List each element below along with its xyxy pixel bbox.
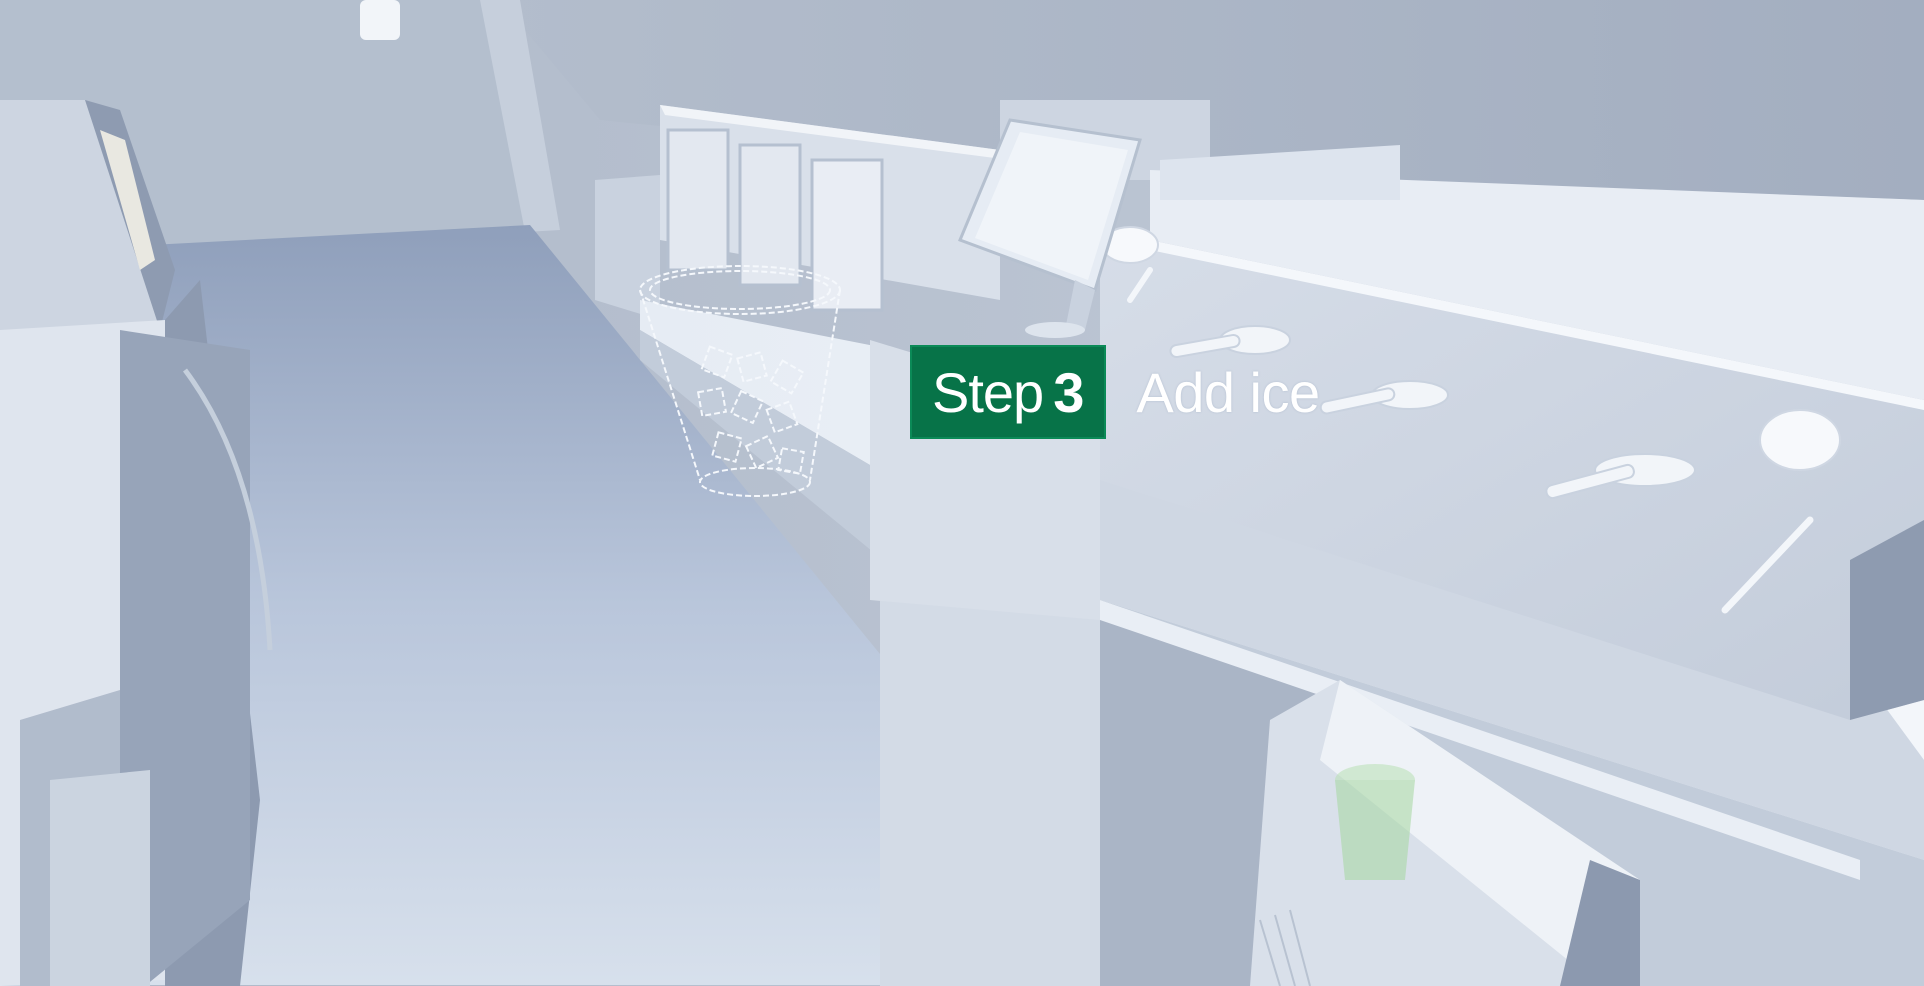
cafe-scene bbox=[0, 0, 1924, 986]
step-instruction-panel: Step 3 Add ice bbox=[910, 344, 1320, 440]
ceiling-light bbox=[360, 0, 400, 40]
step-label: Step bbox=[932, 360, 1044, 424]
step-instruction-text: Add ice bbox=[1136, 360, 1320, 424]
cup-hologram bbox=[1335, 764, 1415, 880]
step-number: 3 bbox=[1053, 360, 1085, 424]
step-badge: Step 3 bbox=[910, 345, 1107, 439]
